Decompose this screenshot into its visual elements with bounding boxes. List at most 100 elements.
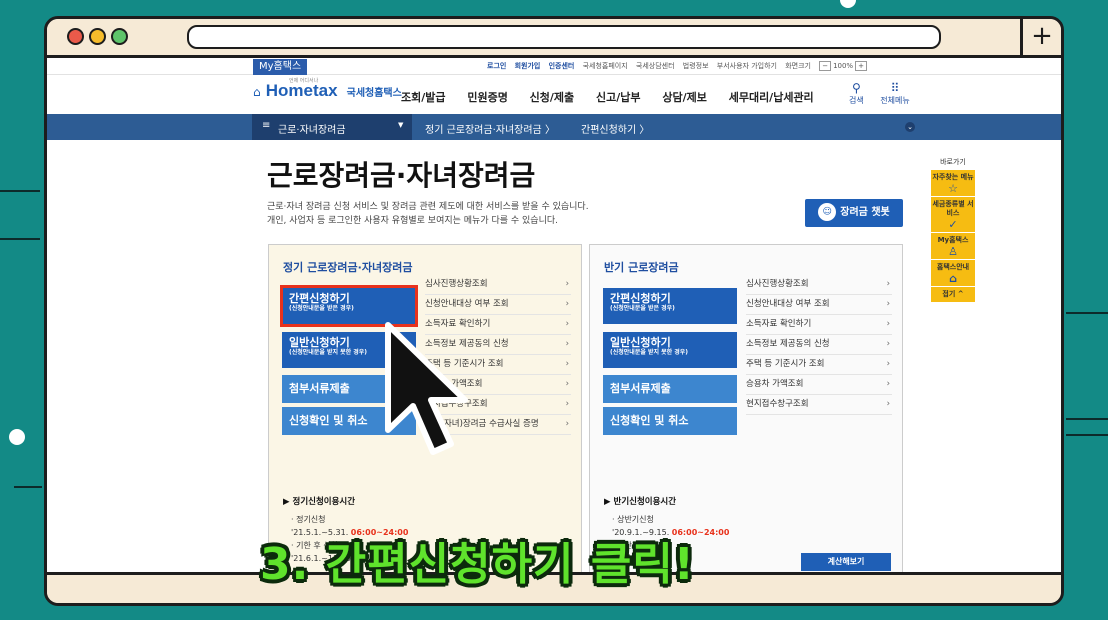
hamburger-icon: ≡ bbox=[262, 120, 271, 131]
background-line bbox=[1066, 418, 1108, 420]
chatbot-button[interactable]: ☺ 장려금 챗봇 bbox=[805, 199, 903, 227]
quick-item-frequent[interactable]: 자주찾는 메뉴 ☆ bbox=[931, 170, 975, 196]
home-icon: ⌂ bbox=[949, 272, 957, 285]
background-line bbox=[14, 486, 42, 488]
page-title: 근로장려금·자녀장려금 bbox=[267, 159, 536, 192]
panel-title: 반기 근로장려금 bbox=[604, 261, 679, 274]
new-tab-plus-icon[interactable]: + bbox=[1020, 19, 1061, 55]
background-dot bbox=[9, 429, 25, 445]
breadcrumb-item-1[interactable]: 정기 근로장려금·자녀장려금 〉 bbox=[425, 121, 555, 136]
nts-home-link[interactable]: 국세청홈페이지 bbox=[583, 62, 628, 70]
panel-title: 정기 근로장려금·자녀장려금 bbox=[283, 261, 413, 274]
login-link[interactable]: 로그인 bbox=[487, 62, 506, 70]
quick-item-my-hometax[interactable]: My홈택스 ♙ bbox=[931, 233, 975, 259]
list-item[interactable]: 주택 등 기준시가 조회 › bbox=[746, 355, 892, 375]
background-line bbox=[1066, 312, 1108, 314]
background-dot bbox=[840, 0, 856, 8]
dept-user-link[interactable]: 부서사용자 가입하기 bbox=[717, 62, 777, 70]
mouse-pointer-icon bbox=[385, 322, 468, 455]
list-item[interactable]: 심사진행상황조회 › bbox=[425, 275, 571, 295]
chevron-right-icon: › bbox=[886, 319, 890, 329]
close-dot[interactable] bbox=[67, 28, 84, 45]
chevron-right-icon: › bbox=[565, 359, 569, 369]
page-description: 근로·자녀 장려금 신청 서비스 및 장려금 관련 제도에 대한 서비스를 받을… bbox=[267, 200, 589, 228]
background-line bbox=[1066, 434, 1108, 436]
screen-size-label: 화면크기 bbox=[785, 62, 811, 70]
my-hometax-tab[interactable]: My홈택스 bbox=[253, 59, 308, 75]
description-line-1: 근로·자녀 장려금 신청 서비스 및 장려금 관련 제도에 대한 서비스를 받을… bbox=[267, 202, 589, 212]
breadcrumb-current-label: 근로·자녀장려금 bbox=[278, 125, 346, 136]
simple-apply-button[interactable]: 간편신청하기 (신청안내문을 받은 경우) bbox=[603, 288, 737, 324]
chevron-right-icon: › bbox=[565, 379, 569, 389]
breadcrumb-bar: ≡ 근로·자녀장려금 ▼ 정기 근로장려금·자녀장려금 〉 간편신청하기 〉 ⌄ bbox=[47, 114, 1061, 140]
list-item[interactable]: 심사진행상황조회 › bbox=[746, 275, 892, 295]
right-link-list: 심사진행상황조회 › 신청안내대상 여부 조회 › 소득자료 확인하기 › 소득정보 … bbox=[746, 275, 892, 415]
list-item[interactable]: 신청안내대상 여부 조회 › bbox=[425, 295, 571, 315]
chevron-right-icon: › bbox=[886, 379, 890, 389]
search-button[interactable]: ⚲ 검색 bbox=[849, 81, 864, 106]
search-icon: ⚲ bbox=[851, 81, 861, 95]
list-item[interactable]: 신청안내대상 여부 조회 › bbox=[746, 295, 892, 315]
list-item[interactable]: 소득자료 확인하기 › bbox=[746, 315, 892, 335]
hometax-logo[interactable]: 언제 어디서나 ⌂ Hometax 국세청홈택스 bbox=[253, 78, 402, 101]
quick-menu-title: 바로가기 bbox=[940, 158, 966, 166]
chevron-right-icon: › bbox=[565, 419, 569, 429]
law-info-link[interactable]: 법령정보 bbox=[683, 62, 709, 70]
check-cancel-button[interactable]: 신청확인 및 취소 bbox=[603, 407, 737, 435]
address-bar[interactable] bbox=[187, 25, 941, 49]
calculate-button[interactable]: 계산해보기 bbox=[801, 553, 891, 571]
list-item[interactable]: 소득정보 제공동의 신청 › bbox=[746, 335, 892, 355]
consult-center-link[interactable]: 국세상담센터 bbox=[636, 62, 675, 70]
cert-center-link[interactable]: 인증센터 bbox=[549, 62, 575, 70]
quick-item-tax-type[interactable]: 세금종류별 서비스 ✓ bbox=[931, 197, 975, 232]
all-menu-button[interactable]: ⠿ 전체메뉴 bbox=[880, 81, 909, 106]
star-icon: ☆ bbox=[948, 182, 958, 195]
house-icon: ⌂ bbox=[253, 85, 261, 99]
chevron-right-icon: › bbox=[886, 399, 890, 409]
breadcrumb-item-2[interactable]: 간편신청하기 〉 bbox=[581, 121, 649, 136]
hometax-page: My홈택스 로그인 회원가입 인증센터 국세청홈페이지 국세상담센터 법령정보 … bbox=[47, 58, 1061, 578]
grid-icon: ⠿ bbox=[890, 81, 900, 95]
breadcrumb-current[interactable]: ≡ 근로·자녀장려금 ▼ bbox=[252, 114, 412, 140]
background-line bbox=[0, 238, 40, 240]
quick-close-button[interactable]: 접기 ^ bbox=[931, 287, 975, 302]
browser-titlebar: + bbox=[47, 19, 1061, 58]
background-line bbox=[0, 190, 40, 192]
general-apply-button[interactable]: 일반신청하기 (신청안내문을 받지 못한 경우) bbox=[603, 332, 737, 368]
search-label: 검색 bbox=[849, 96, 864, 105]
menu-consult-report[interactable]: 상담/제보 bbox=[662, 91, 707, 104]
list-item[interactable]: 현지접수창구조회 › bbox=[746, 395, 892, 415]
menu-tax-agent[interactable]: 세무대리/납세관리 bbox=[729, 91, 814, 104]
menu-report-pay[interactable]: 신고/납부 bbox=[596, 91, 641, 104]
zoom-out-icon[interactable]: − bbox=[819, 61, 832, 71]
chevron-right-icon: › bbox=[565, 319, 569, 329]
quick-menu: 바로가기 자주찾는 메뉴 ☆ 세금종류별 서비스 ✓ My홈택스 ♙ 홈택스안내 ⌂ 접… bbox=[931, 157, 975, 303]
chevron-right-icon: › bbox=[886, 359, 890, 369]
user-icon: ♙ bbox=[948, 245, 958, 258]
minimize-dot[interactable] bbox=[89, 28, 106, 45]
main-menu: 조회/발급 민원증명 신청/제출 신고/납부 상담/제보 세무대리/납세관리 bbox=[401, 89, 832, 105]
chatbot-label: 장려금 챗봇 bbox=[840, 207, 890, 218]
chevron-right-icon: › bbox=[565, 299, 569, 309]
menu-civil-certificate[interactable]: 민원증명 bbox=[467, 91, 507, 104]
maximize-dot[interactable] bbox=[111, 28, 128, 45]
chevron-down-icon[interactable]: ⌄ bbox=[905, 122, 915, 132]
chevron-right-icon: › bbox=[565, 399, 569, 409]
quick-item-guide[interactable]: 홈택스안내 ⌂ bbox=[931, 260, 975, 286]
main-nav: 언제 어디서나 ⌂ Hometax 국세청홈택스 조회/발급 민원증명 신청/제… bbox=[47, 75, 1061, 113]
list-item[interactable]: 승용차 가액조회 › bbox=[746, 375, 892, 395]
browser-window: + My홈택스 로그인 회원가입 인증센터 국세청홈페이지 국세상담센터 법령정… bbox=[44, 16, 1064, 606]
tutorial-caption: 3. 간편신청하기 클릭! bbox=[260, 539, 695, 590]
chevron-right-icon: › bbox=[565, 339, 569, 349]
time-title: ▶ 반기신청이용시간 bbox=[604, 497, 677, 507]
robot-icon: ☺ bbox=[818, 203, 837, 221]
utility-bar: My홈택스 로그인 회원가입 인증센터 국세청홈페이지 국세상담센터 법령정보 … bbox=[47, 58, 1061, 75]
nav-icons: ⚲ 검색 ⠿ 전체메뉴 bbox=[849, 81, 924, 106]
logo-subtext: 국세청홈택스 bbox=[346, 88, 402, 99]
zoom-in-icon[interactable]: + bbox=[855, 61, 867, 71]
chevron-right-icon: › bbox=[886, 279, 890, 289]
menu-inquiry[interactable]: 조회/발급 bbox=[401, 91, 446, 104]
attach-docs-button[interactable]: 첨부서류제출 bbox=[603, 375, 737, 403]
signup-link[interactable]: 회원가입 bbox=[515, 62, 541, 70]
menu-apply-submit[interactable]: 신청/제출 bbox=[530, 91, 575, 104]
